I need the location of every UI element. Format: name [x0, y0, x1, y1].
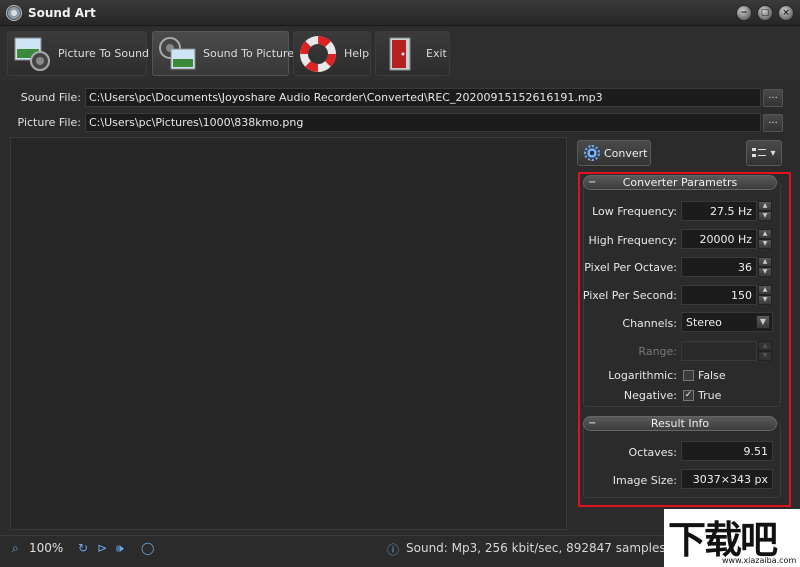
octaves-value: 9.51 — [681, 441, 773, 461]
view-options-button[interactable]: ▾ — [746, 140, 782, 166]
high-frequency-spinner[interactable]: ▲ ▼ — [758, 229, 772, 249]
exit-label: Exit — [426, 47, 447, 60]
exit-button[interactable]: Exit — [375, 31, 450, 76]
status-info: Sound: Mp3, 256 kbit/sec, 892847 samples… — [406, 541, 685, 555]
low-frequency-label: Low Frequency: — [592, 205, 677, 218]
low-frequency-spinner[interactable]: ▲ ▼ — [758, 201, 772, 221]
spin-up-icon[interactable]: ▲ — [758, 229, 772, 239]
channels-label: Channels: — [622, 317, 677, 330]
toolbar: Picture To Sound Sound To Picture Help E… — [0, 27, 800, 80]
spin-up-icon[interactable]: ▲ — [758, 201, 772, 211]
spin-down-icon[interactable]: ▼ — [758, 295, 772, 305]
volume-icon[interactable]: 🕪 — [116, 541, 124, 556]
watermark: 下载吧 www.xiazaiba.com — [664, 509, 800, 567]
picture-to-sound-button[interactable]: Picture To Sound — [7, 31, 150, 76]
spin-down-icon: ▼ — [758, 351, 772, 361]
channels-select[interactable]: Stereo ▼ — [681, 312, 773, 332]
range-spinner: ▲ ▼ — [758, 341, 772, 361]
chat-icon[interactable]: ◯ — [141, 541, 154, 555]
window-controls: − ▢ × — [736, 5, 794, 21]
logarithmic-value: False — [698, 369, 726, 382]
result-header-label: Result Info — [650, 417, 710, 430]
logarithmic-checkbox[interactable] — [683, 370, 694, 381]
lifebuoy-icon — [298, 35, 338, 73]
image-size-label: Image Size: — [612, 474, 677, 487]
collapse-icon: − — [588, 177, 597, 188]
chevron-down-icon: ▾ — [770, 147, 776, 159]
zoom-level[interactable]: 100% — [29, 541, 63, 555]
pixel-per-octave-input[interactable]: 36 — [681, 257, 757, 277]
low-frequency-input[interactable]: 27.5 Hz — [681, 201, 757, 221]
result-group-header[interactable]: − Result Info — [583, 416, 777, 431]
pixel-per-second-input[interactable]: 150 — [681, 285, 757, 305]
logarithmic-label: Logarithmic: — [608, 369, 677, 382]
negative-checkbox[interactable]: ✓ — [683, 390, 694, 401]
info-icon: ⓘ — [387, 543, 400, 557]
loop-icon[interactable]: ↻ — [78, 541, 88, 555]
spin-down-icon[interactable]: ▼ — [758, 239, 772, 249]
help-label: Help — [344, 47, 370, 60]
spin-down-icon[interactable]: ▼ — [758, 211, 772, 221]
help-button[interactable]: Help — [293, 31, 371, 76]
exit-door-icon — [380, 35, 420, 73]
sound-to-picture-button[interactable]: Sound To Picture — [152, 31, 294, 76]
pixel-per-octave-spinner[interactable]: ▲ ▼ — [758, 257, 772, 277]
spin-down-icon[interactable]: ▼ — [758, 267, 772, 277]
convert-button[interactable]: Convert — [577, 140, 651, 166]
range-label: Range: — [638, 345, 677, 358]
watermark-url: www.xiazaiba.com — [722, 556, 797, 565]
gear-icon — [584, 145, 600, 161]
pixel-per-second-spinner[interactable]: ▲ ▼ — [758, 285, 772, 305]
play-icon[interactable]: ⊳ — [97, 541, 107, 555]
converter-group-header[interactable]: − Converter Parametrs — [583, 175, 777, 190]
converter-header-label: Converter Parametrs — [622, 176, 738, 189]
spin-up-icon[interactable]: ▲ — [758, 285, 772, 295]
sound-to-picture-icon — [157, 35, 197, 73]
picture-file-browse-button[interactable]: ... — [763, 114, 783, 132]
picture-to-sound-icon — [12, 35, 52, 73]
negative-label: Negative: — [623, 389, 677, 402]
chevron-down-icon: ▼ — [756, 315, 770, 329]
channels-value: Stereo — [686, 316, 722, 329]
picture-file-field[interactable]: C:\Users\pc\Pictures\1000\838kmo.png — [85, 113, 761, 132]
minimize-button[interactable]: − — [736, 5, 752, 21]
high-frequency-input[interactable]: 20000 Hz — [681, 229, 757, 249]
spin-up-icon: ▲ — [758, 341, 772, 351]
zoom-icon[interactable]: ⌕ — [12, 541, 19, 556]
restore-button[interactable]: ▢ — [757, 5, 773, 21]
close-button[interactable]: × — [778, 5, 794, 21]
range-input — [681, 341, 757, 361]
app-icon — [6, 4, 22, 21]
list-view-icon — [752, 148, 767, 157]
sound-file-label: Sound File: — [20, 91, 81, 104]
title-bar: Sound Art − ▢ × — [0, 0, 800, 26]
octaves-label: Octaves: — [628, 446, 677, 459]
sound-file-browse-button[interactable]: ... — [763, 89, 783, 107]
pixel-per-second-label: Pixel Per Second: — [582, 289, 677, 302]
sound-to-picture-label: Sound To Picture — [203, 47, 295, 60]
picture-file-row: Picture File: C:\Users\pc\Pictures\1000\… — [0, 113, 800, 133]
sound-file-field[interactable]: C:\Users\pc\Documents\Joyoshare Audio Re… — [85, 88, 761, 107]
window-title: Sound Art — [28, 5, 96, 20]
negative-value: True — [698, 389, 722, 402]
high-frequency-label: High Frequency: — [588, 234, 677, 247]
convert-label: Convert — [604, 146, 648, 160]
preview-canvas[interactable] — [10, 137, 567, 530]
image-size-value: 3037×343 px — [681, 469, 773, 489]
pixel-per-octave-label: Pixel Per Octave: — [584, 261, 677, 274]
sound-file-row: Sound File: C:\Users\pc\Documents\Joyosh… — [0, 88, 800, 108]
collapse-icon: − — [588, 418, 597, 429]
spin-up-icon[interactable]: ▲ — [758, 257, 772, 267]
picture-file-label: Picture File: — [17, 116, 81, 129]
picture-to-sound-label: Picture To Sound — [58, 47, 150, 60]
